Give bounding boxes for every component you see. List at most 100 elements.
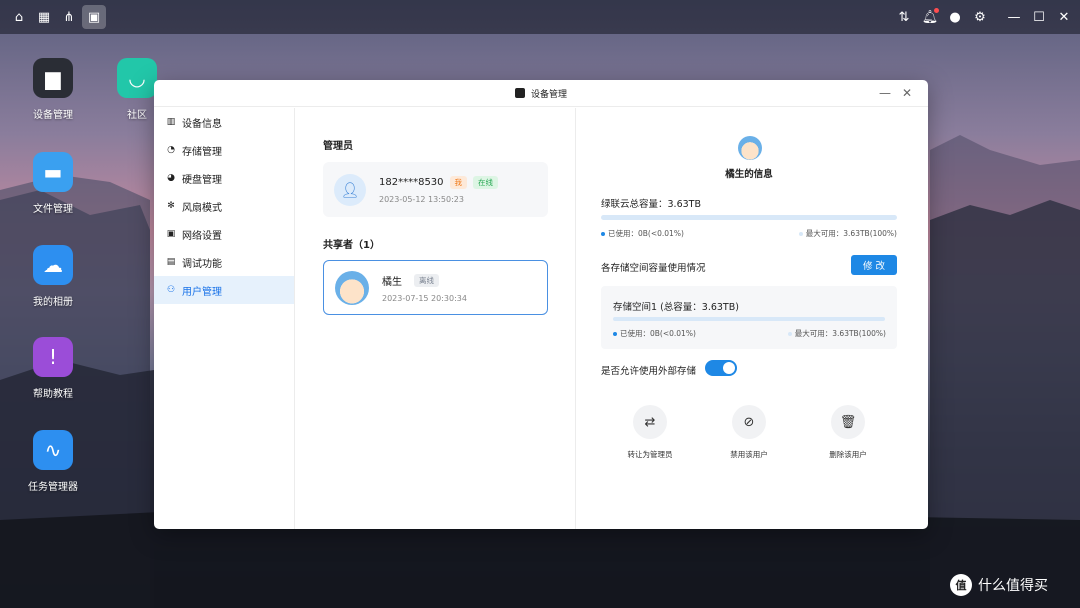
sidebar: ▥ 设备信息 ◔ 存储管理 ◕ 硬盘管理 ✻ 风扇模式 ▣ 网络设置 ▤ 调试功… [154, 108, 295, 529]
external-storage-label: 是否允许使用外部存储 [601, 366, 697, 377]
settings-icon[interactable]: ⚙ [970, 7, 990, 27]
fan-icon: ✻ [167, 201, 175, 211]
transfer-admin-action[interactable]: ⇄ 转让为管理员 [610, 405, 690, 460]
disk-icon: ◕ [167, 173, 175, 183]
trash-icon[interactable]: 🗑︎ [831, 405, 865, 439]
disable-user-action[interactable]: ⊘ 禁用该用户 [709, 405, 789, 460]
action-label: 转让为管理员 [627, 450, 673, 459]
sidebar-item-storage[interactable]: ◔ 存储管理 [154, 136, 294, 164]
sidebar-item-label: 网络设置 [182, 230, 222, 242]
admin-section-title: 管理员 [323, 141, 353, 152]
user-detail-title: 橘生的信息 [725, 169, 773, 180]
sidebar-item-label: 设备信息 [182, 118, 222, 130]
avatar [738, 136, 762, 160]
offline-badge: 离线 [414, 273, 439, 287]
usage-label: 各存储空间容量使用情况 [601, 263, 706, 274]
user-list-panel: 管理员 👤︎ 182****8530 我 在线 2023-05-12 13:50… [295, 108, 576, 529]
edit-button[interactable]: 修 改 [851, 255, 897, 275]
sidebar-item-label: 硬盘管理 [182, 174, 222, 186]
terminal-icon: ▤ [166, 257, 176, 267]
network-icon[interactable]: ⋔ [59, 7, 79, 27]
user-detail-panel: 橘生的信息 绿联云总容量：3.63TB 已使用：0B(<0.01%) 最大可用：… [576, 108, 928, 529]
transfer-icon[interactable]: ⇄ [633, 405, 667, 439]
sidebar-item-label: 存储管理 [182, 146, 222, 158]
desktop-icon-photos[interactable]: ☁ 我的相册 [13, 245, 93, 308]
sidebar-item-network[interactable]: ▣ 网络设置 [154, 220, 294, 248]
folder-icon: ▬ [33, 152, 73, 192]
space-title: 存储空间1 (总容量：3.63TB) [613, 302, 739, 313]
help-icon: ! [33, 337, 73, 377]
admin-user-card[interactable]: 👤︎ 182****8530 我 在线 2023-05-12 13:50:23 [323, 162, 548, 217]
apps-grid-icon[interactable]: ▦ [34, 7, 54, 27]
community-icon: ◡ [117, 58, 157, 98]
default-avatar-icon: 👤︎ [334, 173, 366, 206]
space-capacity-bar [613, 317, 885, 321]
action-label: 禁用该用户 [730, 450, 768, 459]
app-logo-icon [514, 88, 525, 98]
user-icon[interactable]: ● [945, 7, 965, 27]
close-icon[interactable]: ✕ [1054, 7, 1074, 27]
sort-icon[interactable]: ⇅ [894, 7, 914, 27]
admin-name: 182****8530 [379, 176, 444, 188]
sidebar-item-label: 调试功能 [182, 258, 222, 270]
sidebar-item-label: 风扇模式 [182, 202, 222, 214]
task-icon: ∿ [33, 430, 73, 470]
ip-icon: ▣ [166, 229, 176, 239]
used-dot [601, 232, 605, 236]
space-used: 已使用：0B(<0.01%) [613, 328, 696, 339]
photo-icon: ☁ [33, 245, 73, 285]
sidebar-item-users[interactable]: ⚇ 用户管理 [154, 276, 294, 304]
avatar [335, 270, 369, 305]
window-close-icon[interactable]: ✕ [900, 86, 914, 100]
users-icon: ⚇ [166, 285, 176, 295]
window-title-bar[interactable]: 设备管理 — ✕ [154, 80, 928, 107]
available-dot [787, 332, 792, 336]
action-label: 删除该用户 [829, 450, 867, 459]
desktop-icon-device[interactable]: ▆ 设备管理 [13, 58, 93, 121]
storage-space-card: 存储空间1 (总容量：3.63TB) 已使用：0B(<0.01%) 最大可用：3… [601, 286, 897, 349]
used-dot [613, 332, 617, 336]
total-used: 已使用：0B(<0.01%) [601, 228, 684, 239]
sharer-name: 橘生 [382, 276, 402, 288]
sharer-user-card[interactable]: 橘生 离线 2023-07-15 20:30:34 [323, 260, 548, 315]
top-bar: ⌂ ▦ ⋔ ▣ ⇅ 🔔︎ ● ⚙ — ☐ ✕ [0, 0, 1080, 34]
watermark-text: 什么值得买 [978, 578, 1048, 594]
sidebar-item-fan[interactable]: ✻ 风扇模式 [154, 192, 294, 220]
available-dot [798, 232, 803, 236]
sharer-time: 2023-07-15 20:30:34 [382, 293, 467, 303]
ban-icon[interactable]: ⊘ [732, 405, 766, 439]
desktop-icon-label: 任务管理器 [28, 482, 78, 493]
bell-icon[interactable]: 🔔︎ [920, 7, 940, 27]
delete-user-action[interactable]: 🗑︎ 删除该用户 [808, 405, 888, 460]
desktop-icon-files[interactable]: ▬ 文件管理 [13, 152, 93, 215]
desktop-icon-tasks[interactable]: ∿ 任务管理器 [13, 430, 93, 493]
window-title: 设备管理 [530, 89, 567, 100]
me-badge: 我 [449, 175, 468, 189]
window-minimize-icon[interactable]: — [878, 86, 892, 100]
sharer-section-title: 共享者（1） [323, 240, 380, 251]
admin-time: 2023-05-12 13:50:23 [379, 194, 464, 204]
notification-dot [934, 8, 939, 13]
sidebar-item-label: 用户管理 [182, 286, 222, 298]
sidebar-item-device-info[interactable]: ▥ 设备信息 [154, 108, 294, 136]
info-icon: ▥ [166, 117, 176, 127]
total-max: 最大可用：3.63TB(100%) [798, 228, 897, 239]
sidebar-item-disk[interactable]: ◕ 硬盘管理 [154, 164, 294, 192]
online-badge: 在线 [473, 175, 499, 189]
desktop-icon-label: 帮助教程 [33, 389, 73, 400]
maximize-icon[interactable]: ☐ [1029, 7, 1049, 27]
watermark: 值 什么值得买 [950, 574, 1048, 596]
desktop-icon-label: 我的相册 [33, 297, 73, 308]
home-icon[interactable]: ⌂ [9, 7, 29, 27]
desktop-icon-label: 设备管理 [33, 110, 73, 121]
external-storage-toggle[interactable] [705, 360, 737, 376]
sidebar-item-debug[interactable]: ▤ 调试功能 [154, 248, 294, 276]
device-icon: ▆ [33, 58, 73, 98]
desktop-icon-help[interactable]: ! 帮助教程 [13, 337, 93, 400]
toggle-knob [723, 362, 735, 374]
device-manager-window: 设备管理 — ✕ ▥ 设备信息 ◔ 存储管理 ◕ 硬盘管理 ✻ 风扇模式 ▣ 网… [154, 80, 928, 529]
minimize-icon[interactable]: — [1004, 7, 1024, 27]
device-app-icon[interactable]: ▣ [82, 5, 106, 29]
watermark-logo-icon: 值 [950, 574, 972, 596]
total-capacity-bar [601, 215, 897, 220]
